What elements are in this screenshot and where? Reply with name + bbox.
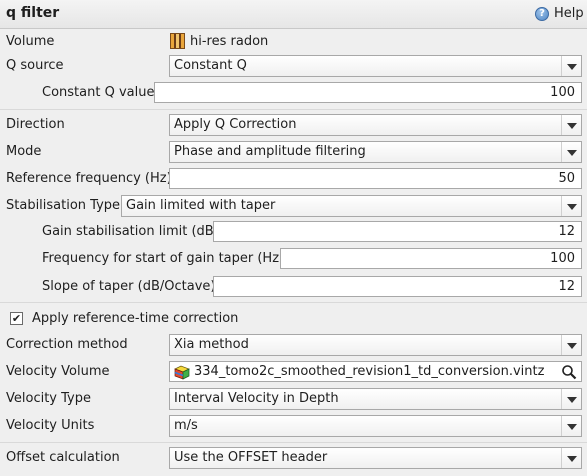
mode-label: Mode [6,144,42,159]
chevron-down-icon[interactable] [561,448,581,468]
offset-calculation-value: Use the OFFSET header [174,450,328,465]
constant-q-input[interactable]: 100 [154,82,582,103]
velocity-volume-label: Velocity Volume [6,364,110,379]
chevron-down-icon[interactable] [561,389,581,409]
velocity-volume-value: 334_tomo2c_smoothed_revision1_td_convers… [194,364,545,379]
stabilisation-type-dropdown[interactable]: Gain limited with taper [121,195,582,217]
direction-dropdown[interactable]: Apply Q Correction [169,114,582,136]
panel-header: q filter ? Help [0,0,587,29]
correction-method-dropdown[interactable]: Xia method [169,334,582,356]
reference-frequency-input[interactable]: 50 [169,168,582,189]
divider [0,302,587,303]
velocity-type-dropdown[interactable]: Interval Velocity in Depth [169,388,582,410]
chevron-down-icon[interactable] [561,56,581,76]
volume-value[interactable]: hi-res radon [190,34,268,49]
velocity-units-value: m/s [174,418,198,433]
offset-calculation-label: Offset calculation [6,450,120,465]
stabilisation-type-value: Gain limited with taper [126,198,276,213]
mode-dropdown[interactable]: Phase and amplitude filtering [169,141,582,163]
taper-slope-input[interactable]: 12 [213,276,582,297]
divider [0,442,587,443]
help-label: Help [554,6,584,21]
velocity-units-dropdown[interactable]: m/s [169,415,582,437]
correction-method-label: Correction method [6,337,128,352]
search-icon[interactable] [561,364,577,380]
apply-ref-time-label[interactable]: Apply reference-time correction [32,311,238,326]
apply-ref-time-checkbox[interactable]: ✔ [10,312,23,325]
reference-frequency-label: Reference frequency (Hz) [6,171,172,186]
taper-start-input[interactable]: 100 [280,248,582,269]
gain-limit-label: Gain stabilisation limit (dB) [42,224,219,239]
velocity-volume-field[interactable]: 334_tomo2c_smoothed_revision1_td_convers… [169,361,582,382]
divider [0,109,587,110]
constant-q-label: Constant Q value [42,85,155,100]
velocity-type-label: Velocity Type [6,391,91,406]
chevron-down-icon[interactable] [561,142,581,162]
velocity-units-label: Velocity Units [6,418,95,433]
help-icon: ? [535,6,549,21]
chevron-down-icon[interactable] [561,115,581,135]
chevron-down-icon[interactable] [561,335,581,355]
direction-value: Apply Q Correction [174,117,297,132]
stabilisation-type-label: Stabilisation Type [6,198,121,213]
help-button[interactable]: ? Help [535,6,584,21]
q-source-label: Q source [6,58,64,73]
velocity-type-value: Interval Velocity in Depth [174,391,339,406]
volume-label: Volume [6,34,55,49]
q-source-value: Constant Q [174,58,247,73]
offset-calculation-dropdown[interactable]: Use the OFFSET header [169,447,582,469]
panel-title: q filter [6,5,60,21]
direction-label: Direction [6,117,65,132]
gain-limit-input[interactable]: 12 [213,221,582,242]
correction-method-value: Xia method [174,337,249,352]
chevron-down-icon[interactable] [561,196,581,216]
q-source-dropdown[interactable]: Constant Q [169,55,582,77]
taper-start-label: Frequency for start of gain taper (Hz) [42,251,285,266]
mode-value: Phase and amplitude filtering [174,144,366,159]
seismic-volume-icon [170,33,185,49]
chevron-down-icon[interactable] [561,416,581,436]
velocity-cube-icon [174,365,190,380]
taper-slope-label: Slope of taper (dB/Octave) [42,279,216,294]
